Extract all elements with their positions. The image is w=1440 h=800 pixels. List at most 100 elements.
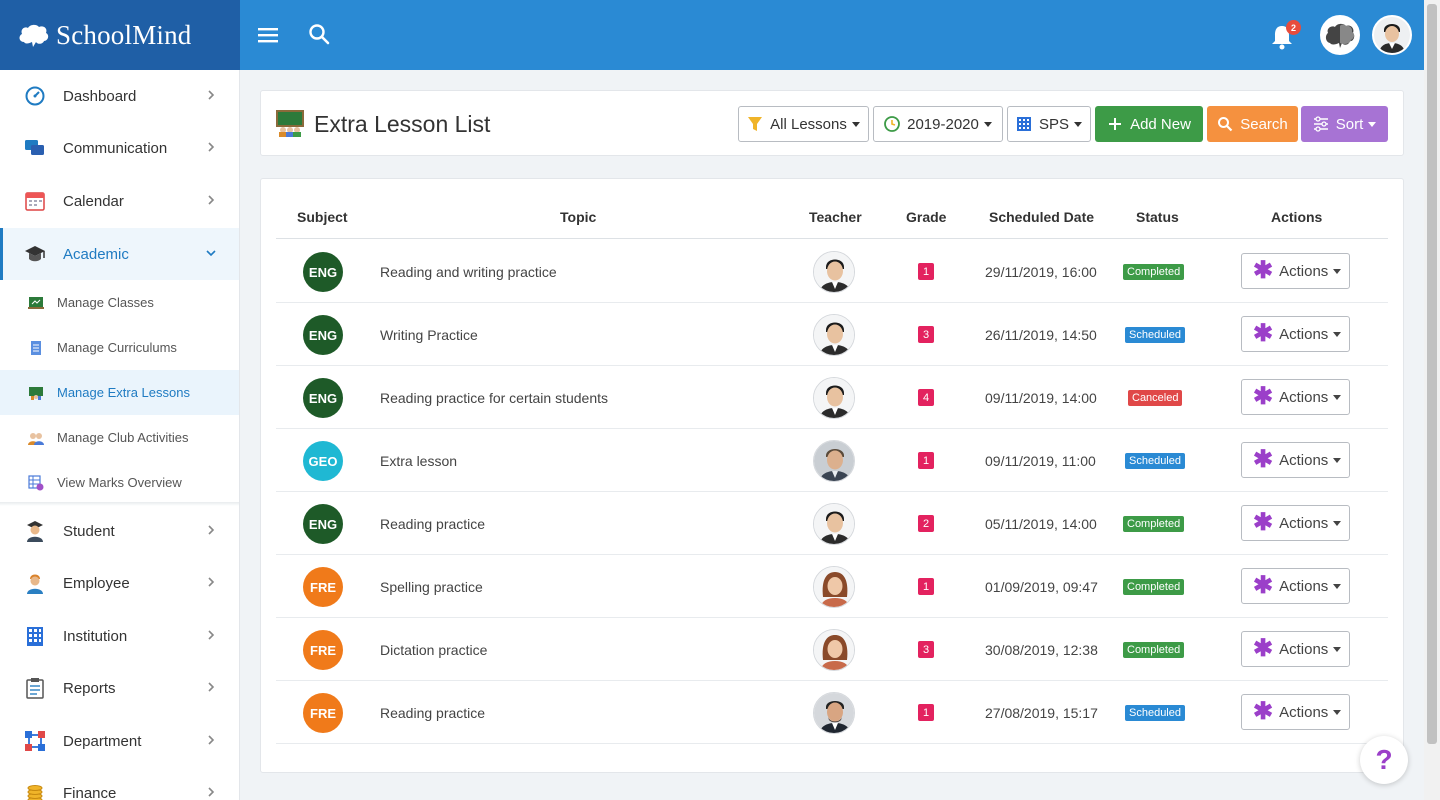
sidebar-item-label: Academic: [63, 245, 129, 263]
sidebar-subitem-view-marks-overview[interactable]: View Marks Overview: [0, 460, 239, 505]
chevron-right-icon: [208, 682, 215, 692]
actions-dropdown[interactable]: ✱ Actions: [1241, 379, 1350, 415]
lesson-filter-dropdown[interactable]: All Lessons: [738, 106, 869, 142]
table-row[interactable]: FRE Reading practice 1 27/08/2019, 15:17 Sch…: [276, 681, 1388, 744]
sidebar-subitem-manage-curriculums[interactable]: Manage Curriculums: [0, 325, 239, 370]
actions-dropdown[interactable]: ✱ Actions: [1241, 253, 1350, 289]
search-button[interactable]: Search: [1207, 106, 1298, 142]
clipboard-icon: [24, 677, 46, 699]
chevron-right-icon: [208, 787, 215, 797]
topic-text[interactable]: Reading practice: [380, 516, 485, 532]
table-row[interactable]: ENG Reading and writing practice 1 29/11/20…: [276, 240, 1388, 303]
asterisk-icon: ✱: [1253, 509, 1274, 536]
caret-down-icon: [1368, 121, 1377, 127]
topic-text[interactable]: Writing Practice: [380, 327, 478, 343]
sidebar-subitem-label: Manage Classes: [57, 295, 154, 310]
sidebar-item-student[interactable]: Student: [0, 505, 239, 557]
sidebar-item-label: Calendar: [63, 192, 124, 210]
vertical-scrollbar[interactable]: [1424, 0, 1440, 800]
brain-logo-icon: [19, 24, 49, 47]
column-header-status[interactable]: Status: [1136, 209, 1179, 225]
column-header-scheduled-date[interactable]: Scheduled Date: [989, 209, 1094, 225]
actions-dropdown[interactable]: ✱ Actions: [1241, 694, 1350, 730]
graduation-cap-icon: [24, 243, 46, 265]
school-dropdown[interactable]: SPS: [1007, 106, 1091, 142]
actions-label: Actions: [1279, 325, 1329, 343]
school-avatar[interactable]: [1320, 15, 1360, 55]
actions-dropdown[interactable]: ✱ Actions: [1241, 316, 1350, 352]
actions-dropdown[interactable]: ✱ Actions: [1241, 568, 1350, 604]
sidebar-subitem-manage-classes[interactable]: Manage Classes: [0, 280, 239, 325]
caret-down-icon: [851, 121, 860, 127]
topic-text[interactable]: Spelling practice: [380, 579, 483, 595]
table-row[interactable]: GEO Extra lesson 1 09/11/2019, 11:00 Schedul…: [276, 429, 1388, 492]
chevron-right-icon: [208, 142, 215, 152]
table-row[interactable]: FRE Spelling practice 1 01/09/2019, 09:47 Co…: [276, 555, 1388, 618]
sidebar-item-department[interactable]: Department: [0, 715, 239, 767]
grade-badge: 1: [918, 452, 934, 469]
table-row[interactable]: ENG Reading practice for certain students…: [276, 366, 1388, 429]
teacher-avatar[interactable]: [813, 251, 855, 293]
column-header-teacher[interactable]: Teacher: [809, 209, 862, 225]
caret-down-icon: [1074, 121, 1082, 127]
filter-icon: [748, 117, 763, 131]
sort-dropdown[interactable]: Sort: [1301, 106, 1388, 142]
sidebar-item-communication[interactable]: Communication: [0, 122, 239, 174]
chat-icon: [24, 137, 46, 159]
table-row[interactable]: ENG Reading practice 2 05/11/2019, 14:00 Com…: [276, 492, 1388, 555]
topic-text[interactable]: Reading and writing practice: [380, 264, 557, 280]
table-row[interactable]: ENG Writing Practice 3 26/11/2019, 14:50 Sch…: [276, 303, 1388, 366]
column-header-subject[interactable]: Subject: [297, 209, 348, 225]
teacher-avatar[interactable]: [813, 440, 855, 482]
asterisk-icon: ✱: [1253, 446, 1274, 473]
search-icon[interactable]: [307, 22, 333, 48]
coins-icon: [24, 782, 46, 800]
actions-dropdown[interactable]: ✱ Actions: [1241, 631, 1350, 667]
lesson-table: Subject Topic Teacher Grade Scheduled Da…: [260, 178, 1404, 773]
add-new-button[interactable]: Add New: [1095, 106, 1203, 142]
status-badge: Completed: [1123, 642, 1185, 658]
status-badge: Completed: [1123, 516, 1185, 532]
logo[interactable]: SchoolMind: [0, 0, 240, 70]
teacher-avatar[interactable]: [813, 629, 855, 671]
help-button[interactable]: ?: [1360, 736, 1408, 784]
topic-text[interactable]: Reading practice for certain students: [380, 390, 608, 406]
scrollbar-thumb[interactable]: [1427, 4, 1437, 744]
grade-badge: 1: [918, 704, 934, 721]
top-bar: SchoolMind 2: [0, 0, 1424, 70]
year-dropdown[interactable]: 2019-2020: [873, 106, 1003, 142]
scheduled-date: 30/08/2019, 12:38: [985, 642, 1098, 658]
teacher-avatar[interactable]: [813, 314, 855, 356]
user-avatar[interactable]: [1372, 15, 1412, 55]
sidebar-item-finance[interactable]: Finance: [0, 767, 239, 800]
hamburger-menu-icon[interactable]: [255, 22, 281, 48]
caret-down-icon: [1333, 268, 1342, 274]
building-icon: [1016, 117, 1031, 131]
column-header-topic[interactable]: Topic: [560, 209, 596, 225]
building-icon: [24, 625, 46, 647]
teacher-avatar[interactable]: [813, 566, 855, 608]
teacher-avatar[interactable]: [813, 692, 855, 734]
sidebar-item-calendar[interactable]: Calendar: [0, 175, 239, 227]
teacher-avatar[interactable]: [813, 503, 855, 545]
topic-text[interactable]: Dictation practice: [380, 642, 487, 658]
caret-down-icon: [1333, 394, 1342, 400]
topic-text[interactable]: Reading practice: [380, 705, 485, 721]
sidebar-item-reports[interactable]: Reports: [0, 662, 239, 714]
sidebar-item-institution[interactable]: Institution: [0, 610, 239, 662]
chevron-right-icon: [208, 630, 215, 640]
sidebar-subitem-manage-club-activities[interactable]: Manage Club Activities: [0, 415, 239, 460]
actions-label: Actions: [1279, 388, 1329, 406]
sidebar-item-employee[interactable]: Employee: [0, 557, 239, 609]
column-header-grade[interactable]: Grade: [906, 209, 946, 225]
sidebar-item-dashboard[interactable]: Dashboard: [0, 70, 239, 122]
chevron-right-icon: [208, 525, 215, 535]
actions-dropdown[interactable]: ✱ Actions: [1241, 505, 1350, 541]
teacher-avatar[interactable]: [813, 377, 855, 419]
sidebar-item-academic[interactable]: Academic: [0, 228, 239, 280]
user-photo-icon: [1374, 17, 1410, 53]
actions-dropdown[interactable]: ✱ Actions: [1241, 442, 1350, 478]
sidebar-subitem-manage-extra-lessons[interactable]: Manage Extra Lessons: [0, 370, 239, 415]
topic-text[interactable]: Extra lesson: [380, 453, 457, 469]
table-row[interactable]: FRE Dictation practice 3 30/08/2019, 12:38 C…: [276, 618, 1388, 681]
